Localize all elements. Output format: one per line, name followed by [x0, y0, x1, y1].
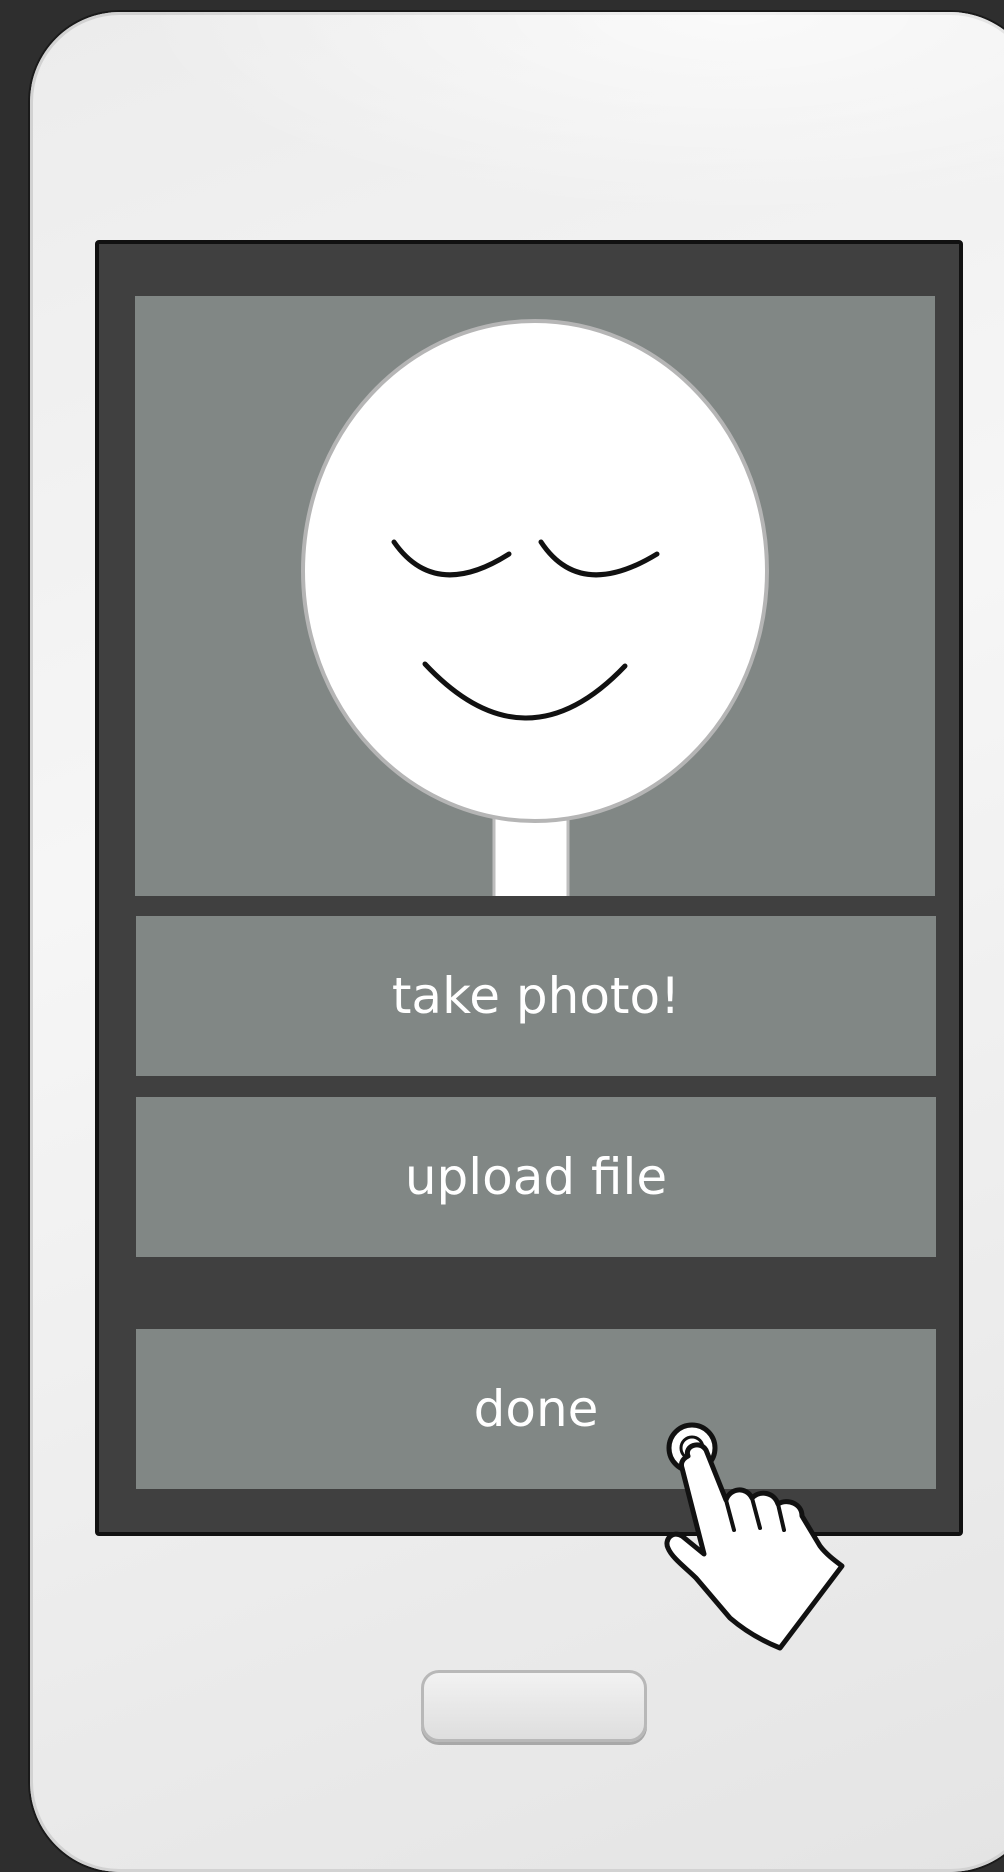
phone-sheen	[30, 12, 1004, 252]
phone-screen: take photo! upload file done	[95, 240, 963, 1536]
upload-file-label: upload file	[404, 1148, 668, 1206]
profile-photo-preview	[135, 296, 935, 896]
done-label: done	[473, 1380, 599, 1438]
upload-file-button[interactable]: upload file	[136, 1097, 936, 1257]
take-photo-label: take photo!	[391, 967, 681, 1025]
tap-hand-cursor-icon	[664, 1422, 845, 1651]
avatar-placeholder-icon	[301, 319, 769, 896]
home-button[interactable]	[421, 1670, 647, 1742]
take-photo-button[interactable]: take photo!	[136, 916, 936, 1076]
